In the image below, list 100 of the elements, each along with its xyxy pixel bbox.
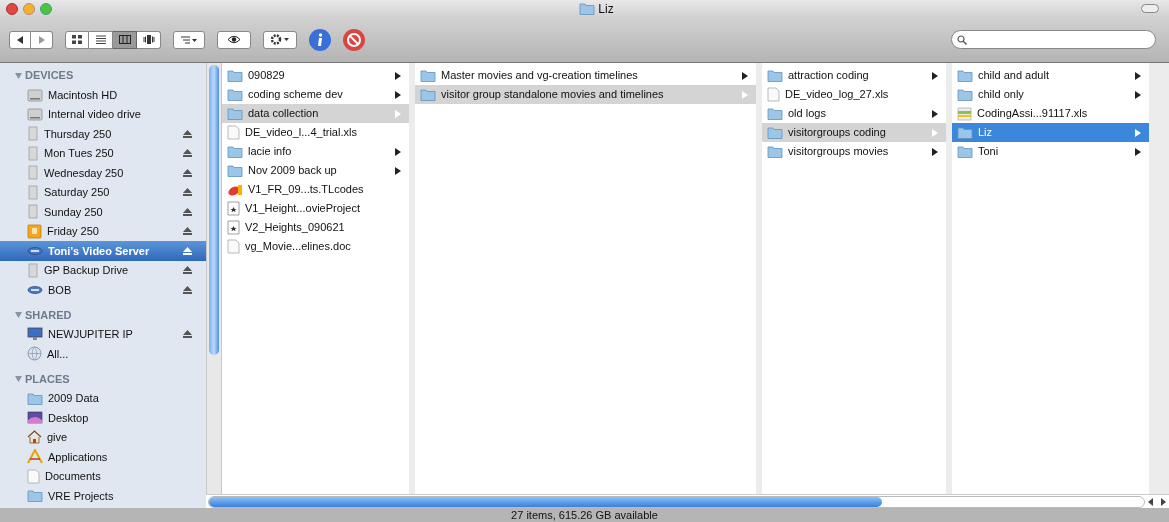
file-row[interactable]: Liz [952,123,1149,142]
drive-icon [27,126,39,142]
file-row[interactable]: child and adult [952,66,1149,85]
close-window-control[interactable] [6,2,18,15]
folder-icon [420,69,436,82]
drive-icon [27,184,39,200]
file-row[interactable]: attraction coding [762,66,946,85]
document-icon [767,87,780,102]
sidebar-item[interactable]: 2009 Data [0,388,206,408]
folder-icon [957,69,973,82]
file-row[interactable]: child only [952,85,1149,104]
document-icon [227,239,240,254]
sidebar-item[interactable]: Documents [0,466,206,486]
scroll-thumb[interactable] [209,496,883,507]
eject-icon[interactable] [183,285,192,294]
network-drive-icon [27,245,43,256]
folder-icon [227,69,243,82]
file-row[interactable]: CodingAssi...91117.xls [952,104,1149,123]
eject-icon[interactable] [183,207,192,216]
eject-icon[interactable] [183,188,192,197]
star-document-icon [227,201,240,216]
file-row[interactable]: visitor group standalone movies and timelines [415,85,756,104]
sidebar-item[interactable]: Saturday 250 [0,182,206,202]
window-title: Liz [598,0,614,18]
file-row[interactable]: 090829 [222,66,409,85]
file-row[interactable]: lacie info [222,142,409,161]
file-row[interactable]: visitorgroups coding [762,123,946,142]
folder-icon [420,88,436,101]
disclosure-arrow-icon [1135,90,1141,99]
sidebar-item[interactable]: Desktop [0,408,206,428]
sidebar-item[interactable]: VRE Projects [0,486,206,506]
file-row[interactable]: coding scheme dev [222,85,409,104]
file-row[interactable]: old logs [762,104,946,123]
icon-view-button[interactable] [65,30,89,49]
sidebar-item[interactable]: Friday 250 [0,221,206,241]
sidebar-item[interactable]: give [0,427,206,447]
sidebar-item[interactable]: All... [0,344,206,364]
file-row[interactable]: V2_Heights_090621 [222,218,409,237]
sidebar-item[interactable]: Internal video drive [0,104,206,124]
disclosure-arrow-icon [932,128,938,137]
file-row[interactable]: Master movies and vg-creation timelines [415,66,756,85]
quick-look-button[interactable] [217,30,251,49]
back-button[interactable] [9,30,31,49]
file-row[interactable]: data collection [222,104,409,123]
search-icon [957,34,967,45]
file-row[interactable]: V1_FR_09...ts.TLcodes [222,180,409,199]
pencil-ruler-icon [27,449,43,465]
sidebar-item[interactable]: Wednesday 250 [0,163,206,183]
scroll-arrows-icon[interactable] [1147,497,1167,506]
file-row[interactable]: Toni [952,142,1149,161]
folder-icon [227,145,243,158]
network-drive-icon [27,284,43,295]
file-row[interactable]: DE_video_log_27.xls [762,85,946,104]
scroll-thumb[interactable] [209,65,219,355]
forward-arrow-icon [38,35,45,44]
sidebar-item[interactable]: Sunday 250 [0,202,206,222]
file-row[interactable]: visitorgroups movies [762,142,946,161]
sidebar-item[interactable]: Toni's Video Server [0,241,206,261]
sidebar-item[interactable]: Mon Tues 250 [0,143,206,163]
eject-icon[interactable] [183,246,192,255]
file-row[interactable]: vg_Movie...elines.doc [222,237,409,256]
no-entry-button[interactable] [343,28,365,51]
eject-icon[interactable] [183,129,192,138]
sidebar-item[interactable]: Macintosh HD [0,85,206,105]
file-row[interactable]: V1_Height...ovieProject [222,199,409,218]
columns-icon [118,35,131,44]
file-row[interactable]: DE_video_l...4_trial.xls [222,123,409,142]
eject-icon[interactable] [183,330,192,339]
search-field[interactable] [951,30,1156,49]
disclosure-arrow-icon [742,71,748,80]
eject-icon[interactable] [183,266,192,275]
sidebar-item[interactable]: Thursday 250 [0,124,206,144]
document-icon [27,468,40,484]
eject-icon[interactable] [183,168,192,177]
disclosure-arrow-icon [742,90,748,99]
arrange-button[interactable] [173,30,205,49]
eject-icon[interactable] [183,149,192,158]
disclosure-arrow-icon [1135,147,1141,156]
disclosure-arrow-icon [395,71,401,80]
column-view-button[interactable] [113,30,137,49]
toolbar-toggle-control[interactable] [1141,4,1159,13]
cover-flow-button[interactable] [137,30,161,49]
status-text: 27 items, 615.26 GB available [511,509,658,521]
cover-flow-icon [142,35,155,44]
info-icon [317,32,323,47]
sidebar-item[interactable]: NEWJUPITER IP [0,324,206,344]
grid-icon [72,35,82,44]
action-button[interactable] [263,30,297,49]
info-button[interactable] [309,28,331,51]
star-document-icon [227,220,240,235]
sidebar-heading: PLACES [25,371,70,387]
eject-icon[interactable] [183,227,192,236]
folder-icon [957,126,973,139]
document-icon [227,125,240,140]
sidebar-item[interactable]: Applications [0,447,206,467]
sidebar-scrollbar[interactable] [206,63,222,494]
sidebar-item[interactable]: BOB [0,280,206,300]
sidebar-item[interactable]: GP Backup Drive [0,260,206,280]
list-view-button[interactable] [89,30,113,49]
file-row[interactable]: Nov 2009 back up [222,161,409,180]
